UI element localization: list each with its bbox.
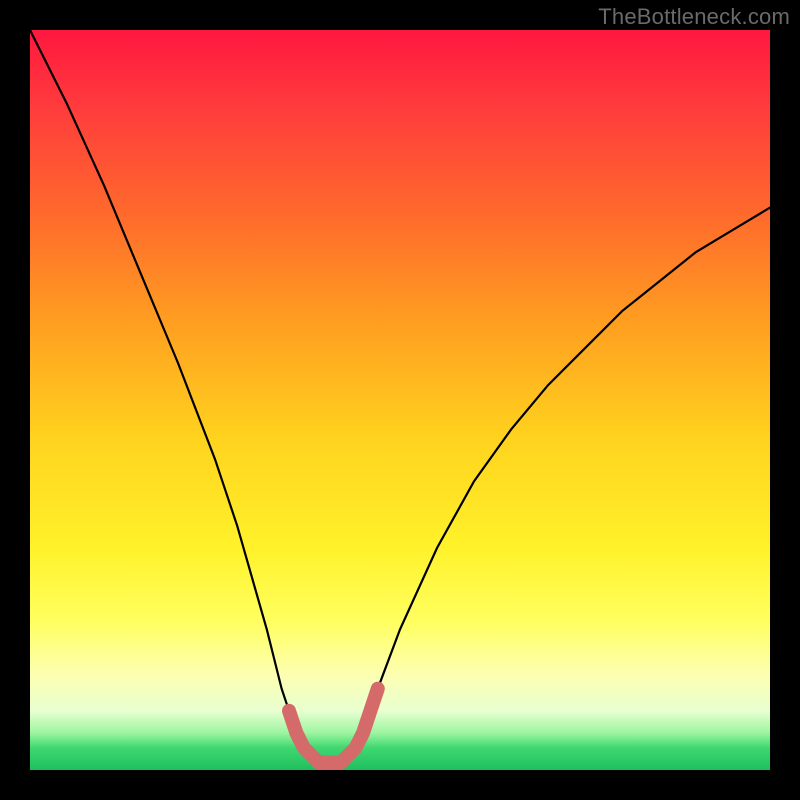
watermark-text: TheBottleneck.com bbox=[598, 4, 790, 30]
highlight-band bbox=[289, 689, 378, 763]
plot-area bbox=[30, 30, 770, 770]
chart-stage: TheBottleneck.com bbox=[0, 0, 800, 800]
chart-svg bbox=[30, 30, 770, 770]
bottleneck-curve bbox=[30, 30, 770, 763]
